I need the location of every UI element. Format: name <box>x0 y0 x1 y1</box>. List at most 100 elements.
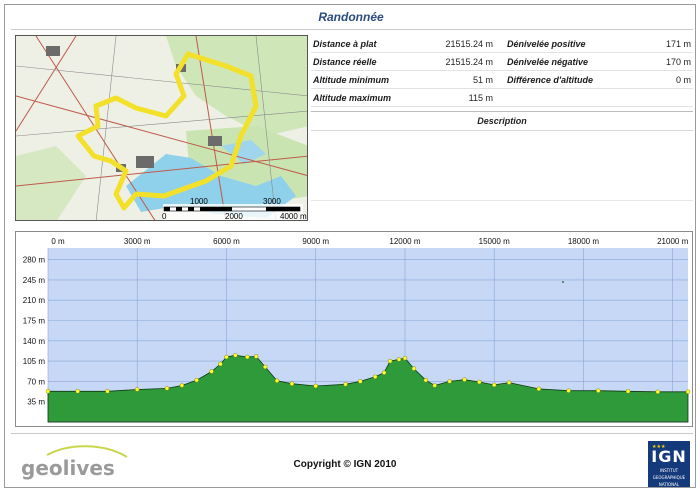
elevation-point <box>477 379 482 385</box>
stray-point <box>562 281 564 283</box>
elevation-point <box>373 374 378 380</box>
elevation-point <box>253 354 259 359</box>
ign-logo-sub-2: GEOGRAPHIQUE <box>652 475 686 480</box>
x-tick-label: 0 m <box>51 237 65 246</box>
elevation-point <box>274 378 280 384</box>
scale-label-top-2: 3000 <box>263 197 281 206</box>
elevation-point <box>313 383 318 389</box>
copyright-text: Copyright © IGN 2010 <box>293 459 397 470</box>
elevation-point <box>164 386 170 391</box>
elevation-point <box>402 355 408 361</box>
elevation-point <box>289 381 295 386</box>
elevation-point <box>447 379 452 384</box>
stat-label: Distance à plat <box>313 39 377 49</box>
elevation-point <box>492 382 497 388</box>
stat-value: 0 m <box>675 75 691 85</box>
title-divider <box>11 29 693 30</box>
elevation-point <box>134 387 140 392</box>
scale-bar <box>163 206 301 212</box>
elevation-point <box>343 382 348 387</box>
elevation-point <box>194 377 199 383</box>
stat-value: 115 m <box>468 93 493 103</box>
elevation-point <box>224 354 229 360</box>
hike-report: Randonnée 1000 3000 0 2000 4000 m Distan… <box>4 4 696 488</box>
stat-label: Altitude minimum <box>313 75 389 85</box>
stat-value: 170 m <box>665 57 691 67</box>
x-tick-label: 21000 m <box>657 237 688 246</box>
page-title: Randonnée <box>318 10 384 24</box>
y-tick-label: 35 m <box>27 398 45 407</box>
elevation-point <box>105 389 110 394</box>
elevation-point <box>411 366 417 371</box>
ign-logo-sub-1: INSTITUT <box>659 468 679 473</box>
elevation-point <box>233 353 238 358</box>
elevation-point <box>218 361 223 367</box>
elevation-point <box>625 389 631 394</box>
y-tick-label: 175 m <box>23 317 46 326</box>
stat-row: Altitude maximum 115 m <box>311 89 693 107</box>
footer-divider <box>11 433 693 434</box>
geolives-logo-text: geolives <box>21 456 115 480</box>
elevation-point <box>75 389 80 394</box>
stat-label: Dénivelée négative <box>507 57 589 67</box>
y-tick-label: 210 m <box>23 296 46 305</box>
elevation-point <box>209 369 214 374</box>
description-label: Description <box>477 116 527 126</box>
scale-label-bottom-3: 4000 m <box>280 212 307 221</box>
description-header: Description <box>311 111 693 131</box>
stat-row: Distance à plat 21515.24 m Dénivelée pos… <box>311 35 693 53</box>
stat-row: Altitude minimum 51 m Différence d'altit… <box>311 71 693 89</box>
elevation-point <box>262 364 268 370</box>
geolives-logo-mark: geolives <box>21 445 128 480</box>
x-tick-label: 12000 m <box>389 237 420 246</box>
elevation-point <box>245 354 250 360</box>
x-tick-label: 15000 m <box>479 237 510 246</box>
ign-logo[interactable]: ★★★ IGN INSTITUT GEOGRAPHIQUE NATIONAL <box>648 441 690 487</box>
elevation-profile: 0 m 3000 m 6000 m 9000 m 12000 m 15000 m 18000… <box>15 231 693 427</box>
elevation-point <box>358 379 363 384</box>
route-map[interactable]: 1000 3000 0 2000 4000 m <box>15 35 308 221</box>
elevation-point <box>423 377 428 383</box>
stat-value: 21515.24 m <box>445 57 493 67</box>
stat-row: Distance réelle 21515.24 m Dénivelée nég… <box>311 53 693 71</box>
elevation-chart: 0 m 3000 m 6000 m 9000 m 12000 m 15000 m 18000… <box>23 237 691 423</box>
elevation-point <box>566 388 571 393</box>
elevation-point <box>685 389 691 395</box>
scale-label-top-1: 1000 <box>190 197 208 206</box>
elevation-point <box>432 383 437 388</box>
stats-table: Distance à plat 21515.24 m Dénivelée pos… <box>311 35 693 201</box>
y-tick-label: 140 m <box>23 337 46 346</box>
y-tick-label: 245 m <box>23 276 46 285</box>
x-tick-label: 6000 m <box>213 237 240 246</box>
y-tick-label: 105 m <box>23 357 46 366</box>
elevation-point <box>506 380 512 385</box>
stat-value: 51 m <box>472 75 493 85</box>
ign-logo-sub-3: NATIONAL <box>658 482 680 487</box>
ign-stars-icon: ★★★ <box>652 444 666 450</box>
x-tick-label: 18000 m <box>568 237 599 246</box>
stat-value: 171 m <box>665 39 691 49</box>
description-body <box>311 131 693 201</box>
elevation-point <box>536 386 541 392</box>
elevation-point <box>396 357 402 362</box>
elevation-point <box>45 389 51 394</box>
stat-label: Distance réelle <box>313 57 377 67</box>
x-tick-label: 3000 m <box>124 237 151 246</box>
scale-label-bottom-2: 2000 <box>225 212 243 221</box>
elevation-point <box>462 377 467 382</box>
route-map-canvas: 1000 3000 0 2000 4000 m <box>16 36 307 221</box>
y-tick-label: 280 m <box>23 256 46 265</box>
stat-label: Altitude maximum <box>313 93 392 103</box>
scale-label-bottom-1: 0 <box>162 212 167 221</box>
elevation-point <box>596 388 601 393</box>
stat-label: Différence d'altitude <box>507 75 593 85</box>
stat-label: Dénivelée positive <box>507 39 586 49</box>
elevation-point <box>655 389 660 395</box>
x-tick-label: 9000 m <box>302 237 329 246</box>
elevation-point <box>381 370 387 375</box>
elevation-point <box>387 358 393 364</box>
elevation-point <box>179 383 185 388</box>
stat-value: 21515.24 m <box>445 39 493 49</box>
y-tick-label: 70 m <box>27 377 45 386</box>
geolives-logo[interactable]: geolives <box>19 445 129 486</box>
